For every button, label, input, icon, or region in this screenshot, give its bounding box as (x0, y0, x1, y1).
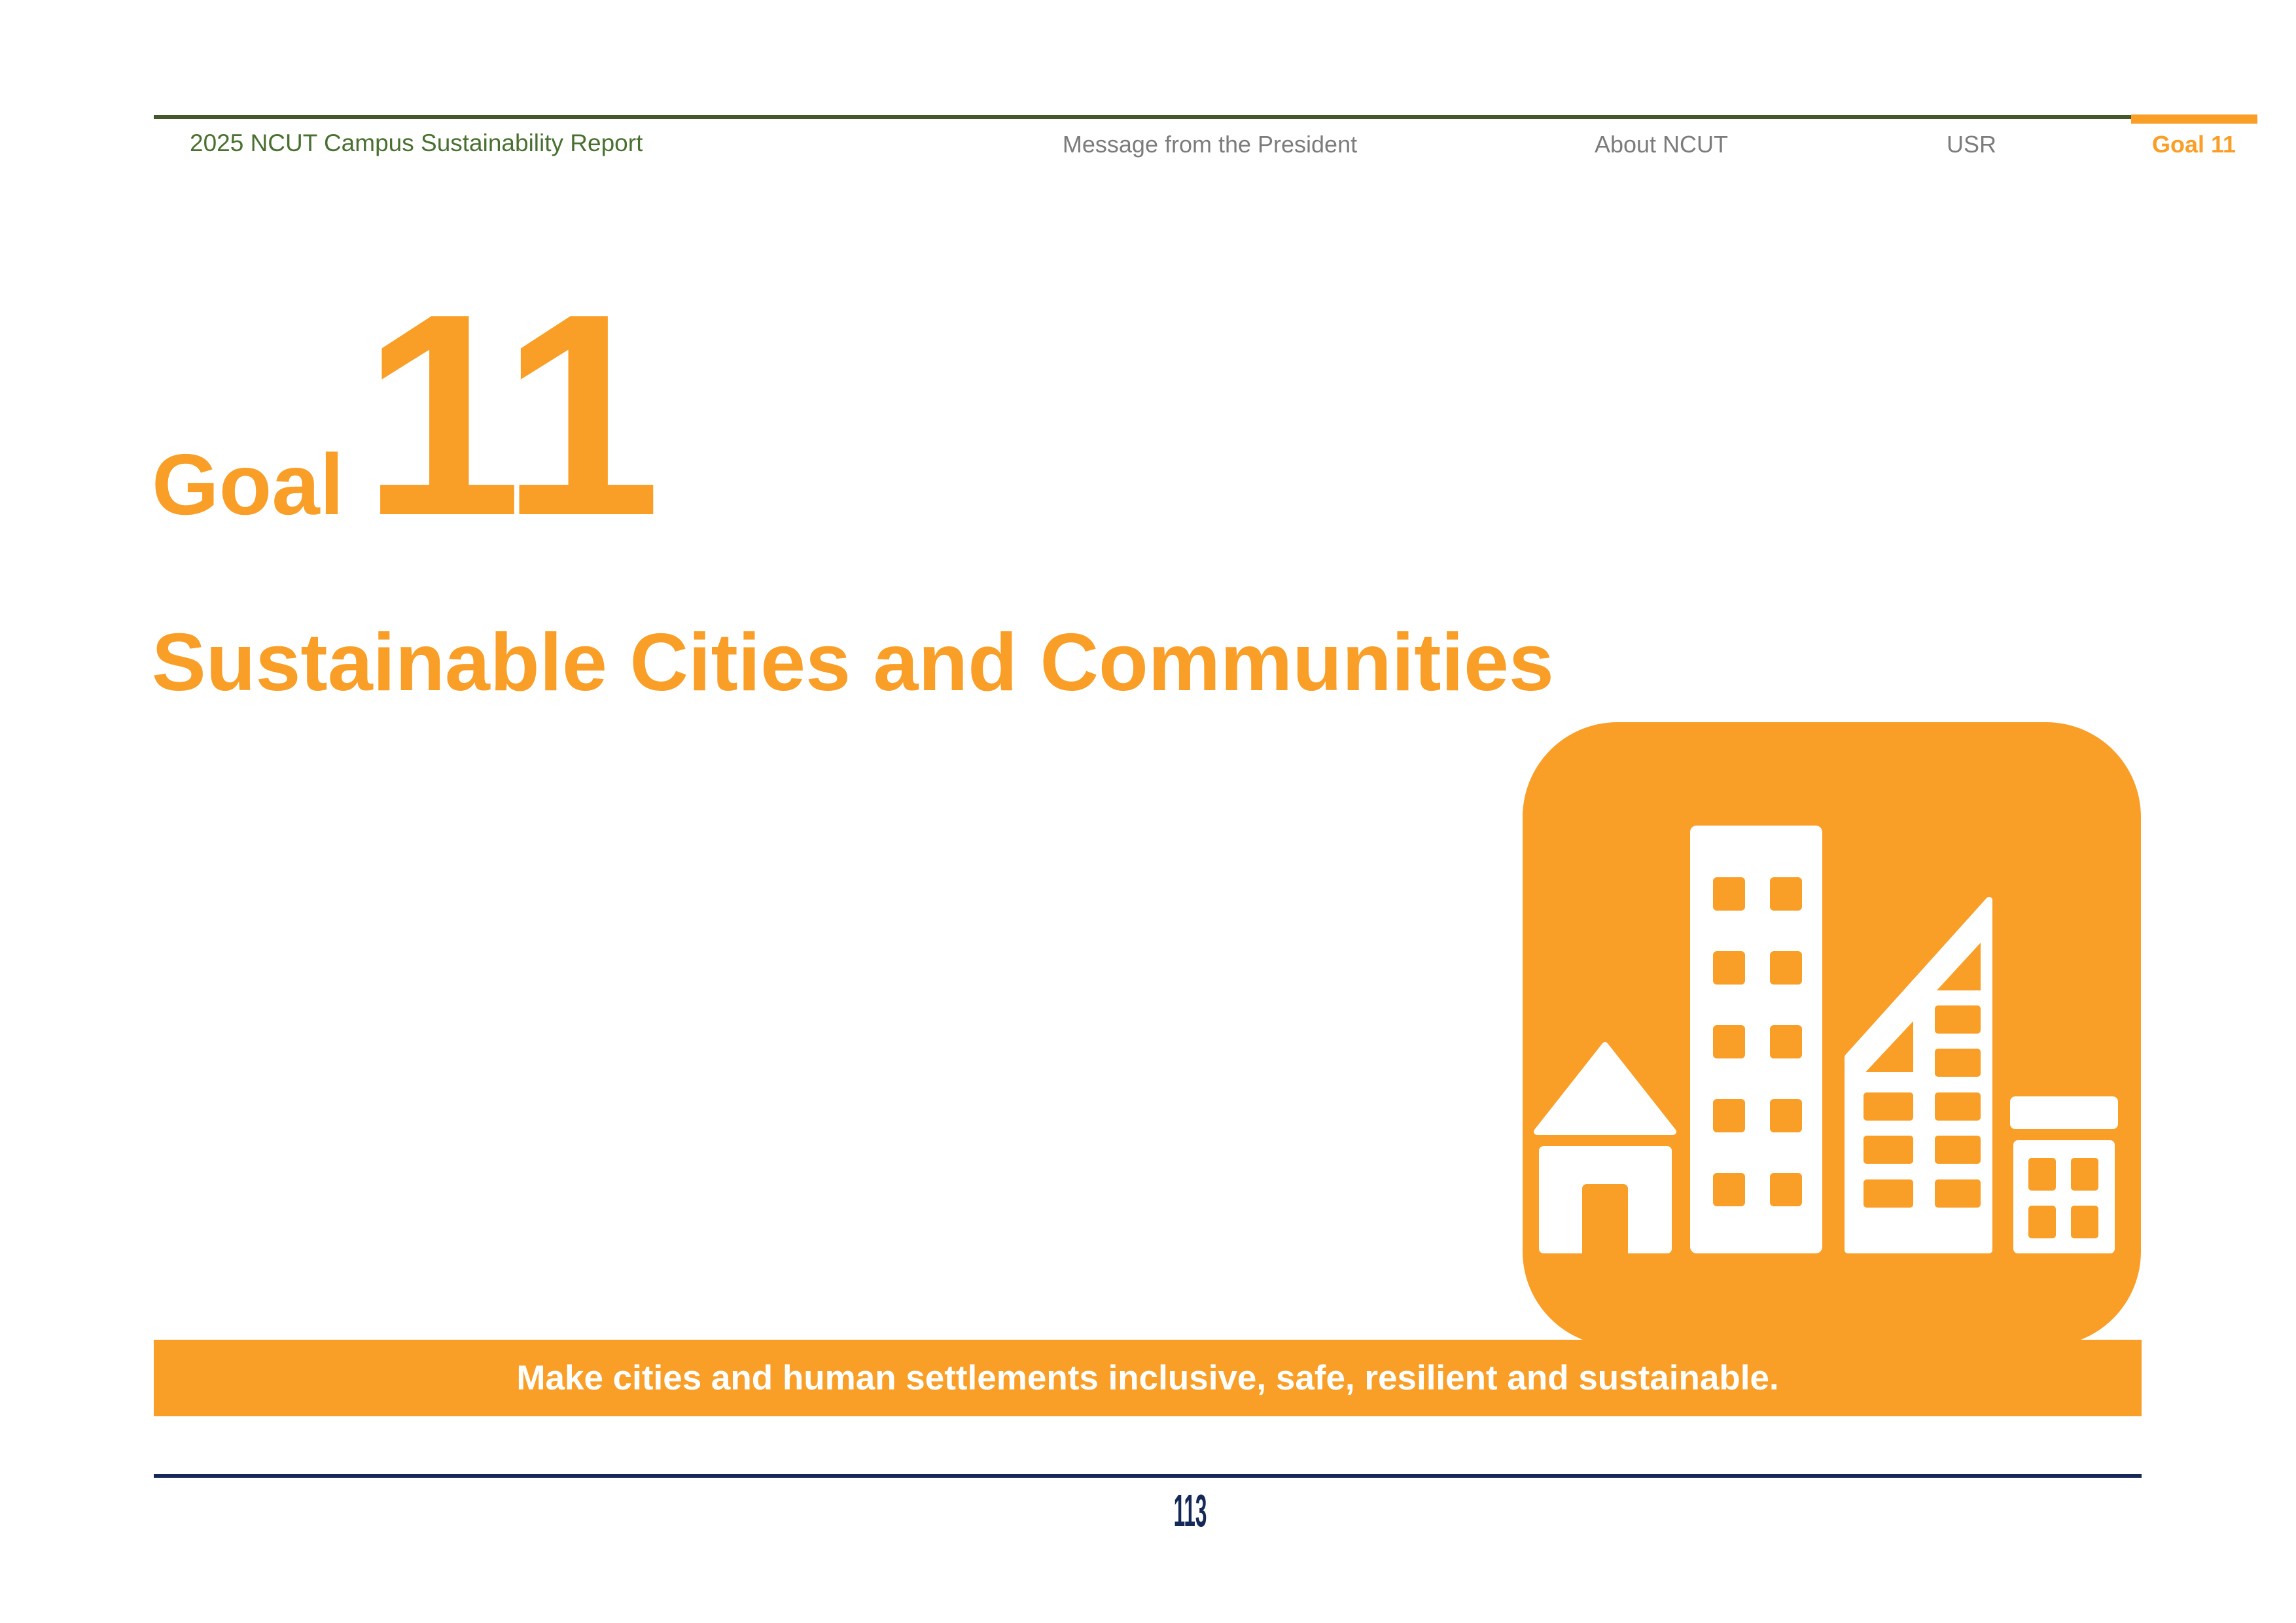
goal-statement-banner: Make cities and human settlements inclus… (154, 1340, 2142, 1416)
goal-subtitle: Sustainable Cities and Communities (152, 616, 1554, 709)
tall-building (1690, 826, 1822, 1253)
nav-goal-11[interactable]: Goal 11 (2152, 131, 2236, 158)
goal-number: 11 (362, 271, 656, 559)
low-building-body (2013, 1140, 2115, 1253)
header-rule (154, 115, 2131, 119)
nav-usr[interactable]: USR (1947, 131, 1996, 158)
goal-word: Goal (152, 442, 344, 528)
active-tab-marker (2131, 114, 2257, 124)
sdg11-city-icon (1523, 722, 2141, 1346)
nav-message-from-president[interactable]: Message from the President (1063, 131, 1357, 158)
nav-about-ncut[interactable]: About NCUT (1595, 131, 1728, 158)
low-building-roof (2010, 1096, 2118, 1129)
report-page: 2025 NCUT Campus Sustainability Report M… (0, 0, 2296, 1623)
report-title: 2025 NCUT Campus Sustainability Report (190, 130, 643, 157)
footer-rule (154, 1474, 2142, 1478)
goal-heading: Goal 11 (152, 271, 656, 559)
goal-statement-text: Make cities and human settlements inclus… (154, 1340, 2142, 1416)
page-number: 113 (1174, 1488, 1207, 1533)
